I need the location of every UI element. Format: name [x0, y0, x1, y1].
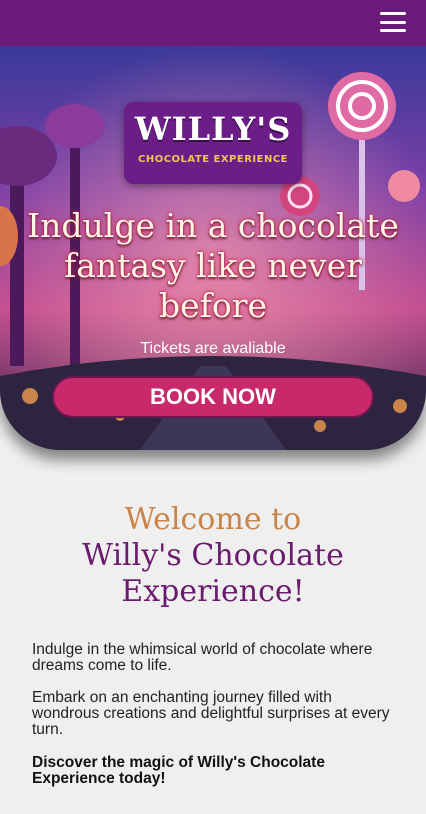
welcome-heading-line1: Welcome to	[124, 502, 302, 537]
hamburger-menu-icon[interactable]	[380, 12, 406, 32]
tickets-available-text: Tickets are avaliable	[140, 340, 286, 357]
book-now-button[interactable]: BOOK NOW	[52, 376, 374, 418]
closing-paragraph: Discover the magic of Willy's Chocolate …	[32, 754, 325, 787]
logo-title: WILLY'S	[134, 110, 292, 148]
menu-line	[380, 29, 406, 32]
welcome-heading: Welcome to Willy's Chocolate Experience!	[0, 502, 426, 610]
intro-paragraph: Indulge in the whimsical world of chocol…	[32, 641, 373, 674]
welcome-heading-line2: Willy's Chocolate Experience!	[82, 538, 344, 609]
journey-paragraph: Embark on an enchanting journey filled w…	[32, 689, 390, 738]
top-navigation-bar	[0, 0, 426, 46]
hero-banner: WILLY'S CHOCOLATE EXPERIENCE Indulge in …	[0, 46, 426, 450]
brand-logo: WILLY'S CHOCOLATE EXPERIENCE	[124, 102, 302, 184]
menu-line	[380, 20, 406, 24]
menu-line	[380, 12, 406, 15]
hero-headline: Indulge in a chocolate fantasy like neve…	[27, 206, 399, 325]
logo-subtitle: CHOCOLATE EXPERIENCE	[137, 154, 288, 165]
